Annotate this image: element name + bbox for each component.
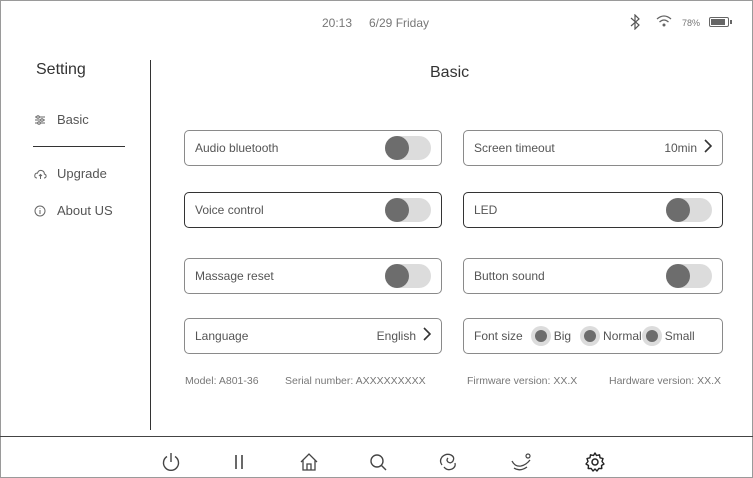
voice-control-card: Voice control	[184, 192, 442, 228]
screen-timeout-label: Screen timeout	[474, 141, 555, 155]
chevron-right-icon[interactable]	[422, 327, 432, 345]
cloud-upload-icon	[33, 167, 47, 181]
font-size-options: Big Normal Small	[527, 326, 695, 346]
language-value: English	[376, 329, 416, 343]
button-sound-toggle[interactable]	[666, 264, 712, 288]
massage-reset-card: Massage reset	[184, 258, 442, 294]
massage-reset-label: Massage reset	[195, 269, 274, 283]
audio-bluetooth-card: Audio bluetooth	[184, 130, 442, 166]
sidebar-title: Setting	[36, 61, 86, 78]
audio-bluetooth-label: Audio bluetooth	[195, 141, 279, 155]
info-icon	[33, 204, 47, 218]
sidebar-item-label: Basic	[57, 112, 89, 127]
firmware-info: Firmware version: XX.X	[467, 375, 578, 387]
button-sound-label: Button sound	[474, 269, 545, 283]
gear-icon[interactable]	[584, 451, 606, 473]
font-size-label: Font size	[474, 329, 523, 343]
sidebar-item-upgrade[interactable]: Upgrade	[33, 166, 107, 181]
radio-icon	[580, 326, 601, 346]
wifi-icon	[655, 14, 673, 28]
sidebar-divider	[150, 60, 151, 430]
font-size-card: Font size Big Normal Small	[463, 318, 723, 354]
font-size-option-label: Small	[664, 329, 695, 343]
font-size-option-label: Normal	[603, 329, 642, 343]
screen-timeout-card[interactable]: Screen timeout 10min	[463, 130, 723, 166]
sliders-icon	[33, 113, 47, 127]
font-size-option-label: Big	[553, 329, 572, 343]
sidebar-item-basic[interactable]: Basic	[33, 112, 89, 127]
radio-icon	[641, 326, 662, 346]
bluetooth-icon	[629, 13, 641, 33]
audio-bluetooth-toggle[interactable]	[385, 136, 431, 160]
sidebar-item-label: Upgrade	[57, 166, 107, 181]
home-icon[interactable]	[298, 451, 320, 473]
massage-reset-toggle[interactable]	[385, 264, 431, 288]
page-title: Basic	[430, 64, 470, 81]
status-time: 20:13	[322, 16, 353, 30]
led-card: LED	[463, 192, 723, 228]
chevron-right-icon[interactable]	[703, 139, 713, 157]
voice-control-label: Voice control	[195, 203, 264, 217]
screen-timeout-value: 10min	[664, 141, 697, 155]
sidebar-item-label: About US	[57, 203, 113, 218]
power-icon[interactable]	[160, 451, 182, 473]
battery-percent: 78%	[682, 18, 701, 28]
font-size-option-big[interactable]: Big	[530, 326, 572, 346]
hardware-info: Hardware version: XX.X	[609, 375, 722, 387]
led-label: LED	[474, 203, 498, 217]
serial-info: Serial number: AXXXXXXXXX	[285, 375, 426, 387]
search-icon[interactable]	[367, 451, 389, 473]
radio-icon	[530, 326, 551, 346]
sidebar-selection-underline	[33, 146, 125, 147]
voice-control-toggle[interactable]	[385, 198, 431, 222]
battery-icon	[709, 17, 732, 27]
app-frame	[0, 0, 753, 478]
status-bar: 20:13 6/29 Friday 78%	[0, 0, 753, 44]
sidebar-item-about-us[interactable]: About US	[33, 203, 113, 218]
recline-icon[interactable]	[510, 451, 532, 473]
model-info: Model: A801-36	[185, 375, 259, 387]
language-label: Language	[195, 329, 249, 343]
massage-hand-icon[interactable]	[437, 451, 459, 473]
font-size-option-normal[interactable]: Normal	[580, 326, 642, 346]
button-sound-card: Button sound	[463, 258, 723, 294]
pause-icon[interactable]	[228, 451, 250, 473]
led-toggle[interactable]	[666, 198, 712, 222]
language-card[interactable]: Language English	[184, 318, 442, 354]
font-size-option-small[interactable]: Small	[641, 326, 695, 346]
status-date: 6/29 Friday	[369, 16, 430, 30]
